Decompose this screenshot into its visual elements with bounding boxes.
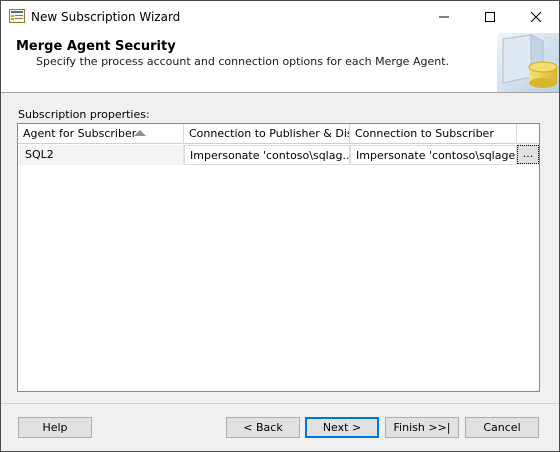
grid-header: Agent for Subscriber Connection to Publi… — [18, 124, 539, 144]
maximize-button[interactable] — [467, 1, 513, 32]
subscription-properties-grid[interactable]: Agent for Subscriber Connection to Publi… — [17, 123, 540, 392]
cancel-button[interactable]: Cancel — [465, 417, 539, 438]
sort-ascending-icon — [134, 130, 146, 136]
footer-divider — [1, 403, 559, 404]
page-title: Merge Agent Security — [16, 39, 176, 54]
cell-publisher-connection[interactable]: Impersonate 'contoso\sqlag... — [184, 145, 350, 165]
wizard-window: New Subscription Wizard Merge Agent Secu… — [0, 0, 560, 452]
title-bar[interactable]: New Subscription Wizard — [1, 1, 559, 33]
header-banner: Merge Agent Security Specify the process… — [1, 33, 559, 93]
close-button[interactable] — [513, 1, 559, 32]
table-row[interactable]: SQL2 Impersonate 'contoso\sqlag... Imper… — [18, 145, 539, 165]
window-title: New Subscription Wizard — [31, 10, 181, 24]
minimize-icon — [439, 16, 449, 17]
cell-subscriber-connection[interactable]: Impersonate 'contoso\sqlagent' — [350, 145, 517, 165]
cell-agent[interactable]: SQL2 — [18, 145, 184, 165]
maximize-icon — [485, 11, 495, 22]
next-button[interactable]: Next > — [305, 417, 379, 438]
minimize-button[interactable] — [421, 1, 467, 32]
edit-agent-security-button[interactable]: ... — [517, 145, 539, 164]
close-icon — [531, 11, 541, 22]
database-server-icon — [497, 33, 559, 92]
help-button[interactable]: Help — [18, 417, 92, 438]
column-header-publisher-connection[interactable]: Connection to Publisher & Dis... — [184, 124, 350, 144]
column-header-subscriber-connection[interactable]: Connection to Subscriber — [350, 124, 517, 144]
column-header-label: Agent for Subscriber — [23, 127, 137, 140]
column-header-agent[interactable]: Agent for Subscriber — [18, 124, 184, 144]
wizard-app-icon — [9, 9, 25, 23]
back-button[interactable]: < Back — [226, 417, 300, 438]
column-header-action — [517, 124, 539, 144]
page-subtitle: Specify the process account and connecti… — [36, 55, 449, 68]
finish-button[interactable]: Finish >>| — [385, 417, 459, 438]
subscription-properties-label: Subscription properties: — [18, 108, 150, 121]
